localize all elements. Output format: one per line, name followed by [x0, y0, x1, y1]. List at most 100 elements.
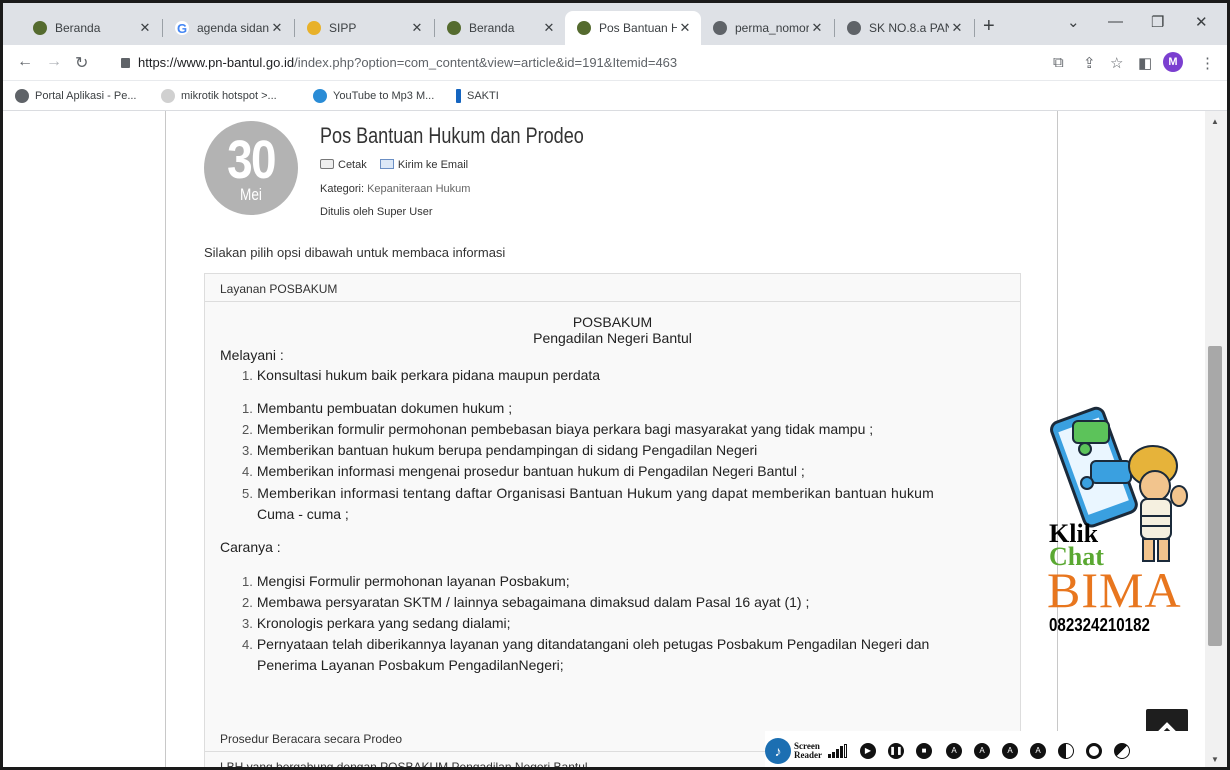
close-icon[interactable]: ✕ — [269, 20, 285, 36]
decrease-text-icon[interactable]: A — [974, 742, 990, 759]
close-icon[interactable]: ✕ — [409, 20, 425, 36]
serves-label: Melayani : — [220, 347, 284, 363]
date-day: 30 — [227, 130, 276, 190]
menu-kebab-icon[interactable]: ⋮ — [1200, 54, 1215, 72]
close-window-button[interactable]: ✕ — [1195, 13, 1208, 31]
bookmarks-bar: Portal Aplikasi - Pe... mikrotik hotspot… — [3, 81, 1227, 111]
chat-phone-text: 082324210182 — [1049, 615, 1150, 635]
url-path: /index.php?option=com_content&view=artic… — [294, 55, 678, 70]
back-arrow-icon[interactable]: ← — [17, 53, 33, 71]
restore-button[interactable]: ❐ — [1151, 13, 1164, 31]
tab-agenda-sidang[interactable]: G agenda sidang ✕ — [163, 11, 293, 45]
list-item-text: Pernyataan telah diberikannya layanan ya… — [256, 636, 930, 652]
tab-perma-nomor[interactable]: perma_nomor ✕ — [701, 11, 833, 45]
side-panel-icon[interactable]: ◧ — [1138, 54, 1152, 72]
close-icon[interactable]: ✕ — [541, 20, 557, 36]
contrast-icon[interactable] — [1058, 742, 1074, 759]
scroll-up-arrow[interactable]: ▲ — [1211, 117, 1219, 126]
list-item: 5. Memberikan informasi tentang daftar Or… — [242, 485, 935, 501]
grayscale-icon[interactable] — [1114, 742, 1130, 759]
page-viewport: 30 Mei Pos Bantuan Hukum dan Prodeo Ceta… — [3, 111, 1227, 767]
email-label: Kirim ke Email — [397, 159, 469, 171]
font-icon[interactable]: A — [1030, 742, 1046, 759]
address-bar[interactable]: https://www.pn-bantul.go.id/index.php?op… — [121, 55, 677, 70]
tab-title: SIPP — [329, 21, 357, 35]
pause-icon[interactable]: ❚❚ — [888, 742, 904, 759]
list-item-text: Memberikan informasi mengenai prosedur b… — [256, 463, 805, 479]
stop-icon[interactable]: ■ — [916, 742, 932, 759]
close-icon[interactable]: ✕ — [949, 20, 965, 36]
minimize-button[interactable]: — — [1108, 13, 1123, 30]
play-icon[interactable]: ▶ — [860, 742, 876, 759]
bookmark-star-icon[interactable]: ☆ — [1110, 54, 1123, 72]
browser-toolbar: ← → ↻ https://www.pn-bantul.go.id/index.… — [3, 45, 1227, 81]
list-item-text: Memberikan formulir permohonan pembebasa… — [256, 421, 874, 437]
bookmark-mikrotik[interactable]: mikrotik hotspot >... — [161, 89, 277, 103]
list-item-continuation: Cuma - cuma ; — [257, 506, 349, 522]
share-icon[interactable]: ⇪ — [1083, 54, 1096, 72]
bookmark-label: YouTube to Mp3 M... — [333, 90, 435, 102]
globe-icon — [713, 21, 727, 35]
tab-pos-bantuan[interactable]: Pos Bantuan H ✕ — [565, 11, 701, 45]
chat-bima-widget[interactable]: Klik Chat BIMA 082324210182 — [1043, 391, 1193, 641]
envelope-icon — [379, 159, 394, 169]
volume-bars-icon[interactable] — [828, 743, 848, 758]
panel-heading: POSBAKUM — [572, 314, 653, 330]
date-badge: 30 Mei — [204, 121, 298, 215]
screen-reader-button[interactable]: ♪ Screen Reader — [765, 737, 822, 764]
printer-icon — [320, 159, 334, 169]
court-logo-icon — [33, 21, 47, 35]
list-item-text: Konsultasi hukum baik perkara pidana mau… — [256, 367, 601, 383]
panel-header-posbakum[interactable]: Layanan POSBAKUM — [205, 274, 1020, 302]
invert-icon[interactable] — [1086, 742, 1102, 759]
close-icon[interactable]: ✕ — [677, 20, 693, 36]
globe-icon — [15, 89, 29, 103]
category-link[interactable]: Kepaniteraan Hukum — [367, 183, 470, 195]
print-link[interactable]: Cetak — [320, 159, 367, 171]
reload-icon[interactable]: ↻ — [75, 53, 88, 73]
email-link[interactable]: Kirim ke Email — [379, 159, 469, 171]
reset-text-icon[interactable]: A — [1002, 742, 1018, 759]
tab-sipp[interactable]: SIPP ✕ — [295, 11, 433, 45]
list-item-text: Mengisi Formulir permohonan layanan Posb… — [256, 573, 570, 589]
list-item: 3. Kronologis perkara yang sedang dialami… — [242, 615, 511, 631]
article-title: Pos Bantuan Hukum dan Prodeo — [320, 123, 584, 148]
list-item: 3. Memberikan bantuan hukum berupa pendam… — [242, 442, 758, 458]
screen-reader-label: Screen Reader — [794, 740, 822, 760]
list-item-text: Memberikan informasi tentang daftar Orga… — [257, 485, 935, 501]
bookmark-portal-aplikasi[interactable]: Portal Aplikasi - Pe... — [15, 89, 137, 103]
tab-sk-no[interactable]: SK NO.8.a PAN ✕ — [835, 11, 973, 45]
close-icon[interactable]: ✕ — [809, 20, 825, 36]
bookmark-label: mikrotik hotspot >... — [181, 90, 277, 102]
tab-beranda-1[interactable]: Beranda ✕ — [21, 11, 161, 45]
forward-arrow-icon[interactable]: → — [46, 53, 62, 71]
tab-bar: Beranda ✕ G agenda sidang ✕ SIPP ✕ Beran… — [3, 3, 1227, 45]
article-container: 30 Mei Pos Bantuan Hukum dan Prodeo Ceta… — [165, 111, 1058, 767]
profile-avatar[interactable]: M — [1163, 52, 1183, 72]
panel-header-lbh[interactable]: LBH yang bergabung dengan POSBAKUM Penga… — [220, 760, 588, 767]
url-domain: https://www.pn-bantul.go.id — [138, 55, 295, 70]
court-logo-icon — [577, 21, 591, 35]
tab-beranda-2[interactable]: Beranda ✕ — [435, 11, 565, 45]
tab-search-icon[interactable]: ⌄ — [1067, 13, 1080, 31]
bookmark-label: SAKTI — [467, 90, 499, 102]
translate-icon[interactable]: ⧉ — [1053, 54, 1064, 71]
panel-subheading: Pengadilan Negeri Bantul — [533, 330, 692, 346]
sakti-icon — [456, 89, 461, 103]
scroll-thumb[interactable] — [1208, 346, 1222, 646]
globe-icon — [847, 21, 861, 35]
page-scrollbar[interactable]: ▲ ▼ — [1205, 111, 1227, 767]
new-tab-button[interactable]: + — [983, 16, 995, 36]
bookmark-youtube-mp3[interactable]: YouTube to Mp3 M... — [313, 89, 434, 103]
list-item: 1. Membantu pembuatan dokumen hukum ; — [242, 400, 513, 416]
close-icon[interactable]: ✕ — [137, 20, 153, 36]
list-item: 2. Memberikan formulir permohonan pembeba… — [242, 421, 874, 437]
tab-title: Beranda — [469, 21, 515, 35]
scroll-down-arrow[interactable]: ▼ — [1211, 755, 1219, 764]
article-category: Kategori: Kepaniteraan Hukum — [320, 183, 470, 195]
tab-title: Pos Bantuan H — [599, 21, 677, 35]
list-item-text: Membawa persyaratan SKTM / lainnya sebag… — [256, 594, 810, 610]
bookmark-sakti[interactable]: SAKTI — [456, 89, 499, 103]
increase-text-icon[interactable]: A — [946, 742, 962, 759]
list-item-text: Memberikan bantuan hukum berupa pendampi… — [256, 442, 758, 458]
